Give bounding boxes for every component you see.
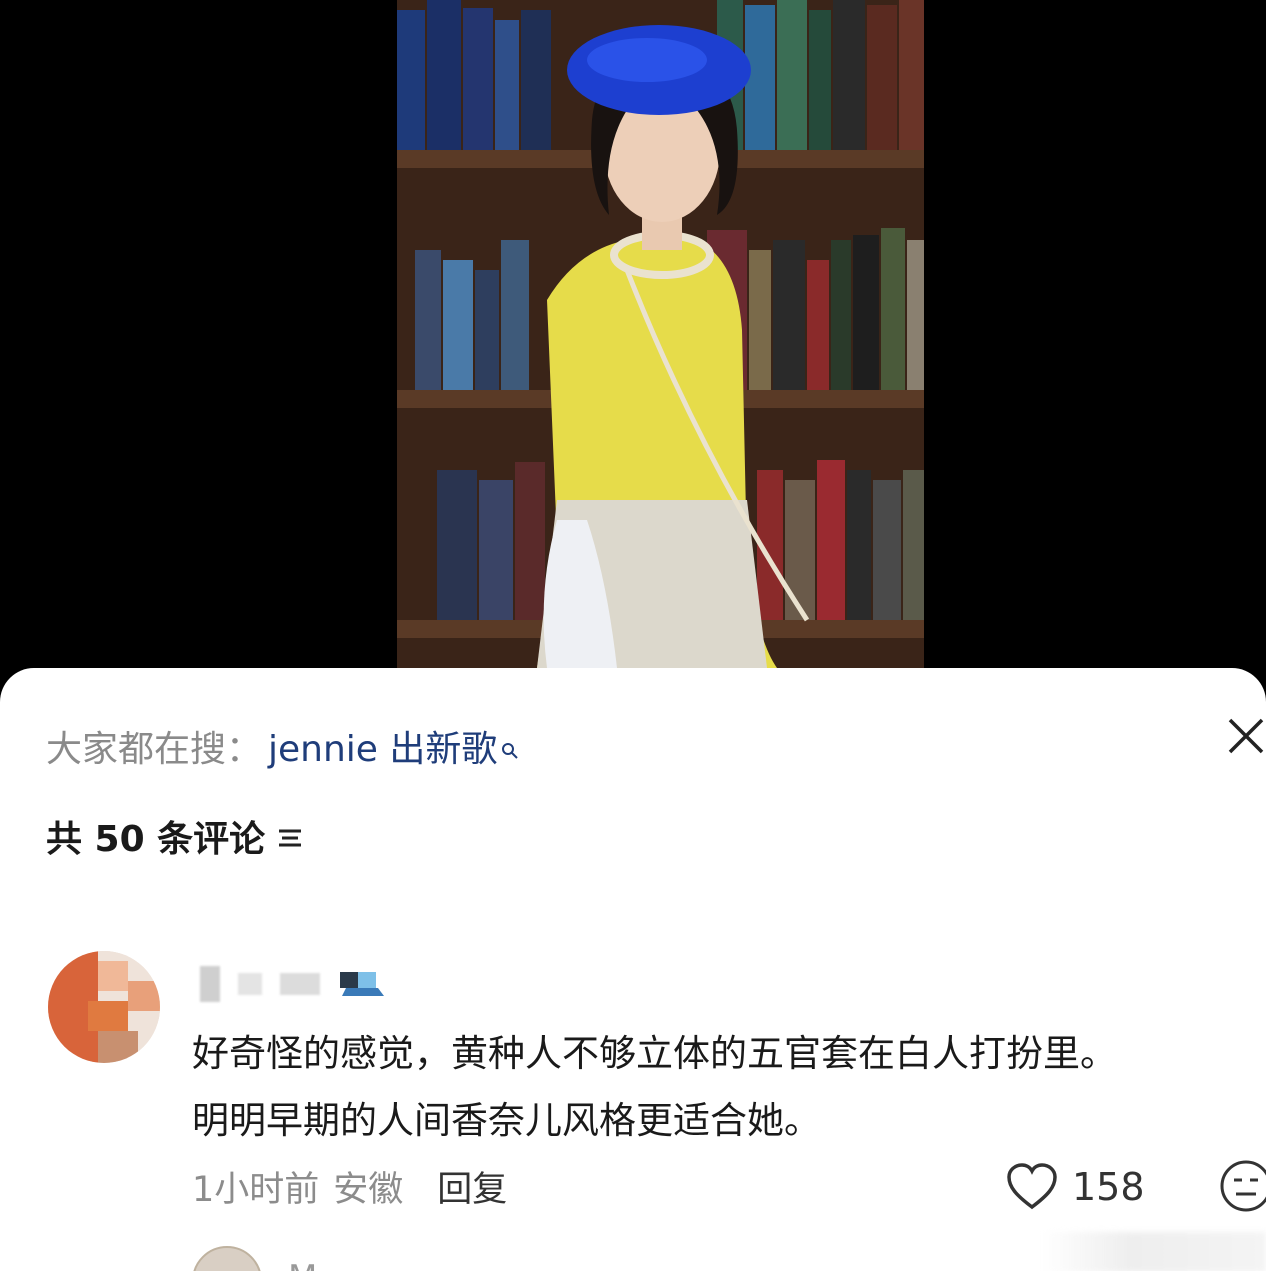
- comment-location: 安徽: [333, 1169, 404, 1210]
- comment-line: 好奇怪的感觉，黄种人不够立体的五官套在白人打扮里。: [192, 1032, 1117, 1075]
- media-viewer[interactable]: [0, 0, 1266, 690]
- comment-body: 好奇怪的感觉，黄种人不够立体的五官套在白人打扮里。 明明早期的人间香奈儿风格更适…: [192, 1020, 1232, 1154]
- reply-button[interactable]: 回复: [437, 1161, 507, 1212]
- trending-search-label: 大家都在搜：: [46, 729, 263, 770]
- close-icon[interactable]: [1224, 714, 1266, 756]
- trending-search-term[interactable]: jennie 出新歌: [268, 720, 497, 772]
- search-icon: [501, 728, 519, 759]
- comment-meta: 1小时前 安徽 回复: [192, 1162, 507, 1210]
- comment-sheet: 大家都在搜： jennie 出新歌 共 50 条评论 好奇怪的感觉，黄种人不够立…: [0, 668, 1266, 1271]
- like-count: 158: [1072, 1165, 1145, 1209]
- heart-icon: [1007, 1163, 1057, 1210]
- redacted-block: [200, 966, 220, 1002]
- comment-time: 1小时前: [192, 1169, 320, 1210]
- comment-line: 明明早期的人间香奈儿风格更适合她。: [192, 1099, 821, 1142]
- redacted-block: [238, 973, 262, 995]
- redacted-block: [280, 973, 320, 995]
- comment-count-header: 共 50 条评论: [46, 812, 305, 860]
- user-badge-icon: [338, 970, 386, 998]
- photo-illustration: [397, 0, 924, 668]
- avatar[interactable]: [48, 951, 160, 1063]
- next-comment-username[interactable]: M: [288, 1258, 317, 1271]
- like-button[interactable]: 158: [1006, 1160, 1145, 1214]
- fade-overlay: [1040, 1232, 1266, 1271]
- username-redacted[interactable]: [200, 964, 386, 1004]
- post-photo: [397, 0, 924, 668]
- avatar[interactable]: [192, 1246, 262, 1271]
- comment-count-label: 共 50 条评论: [46, 819, 266, 860]
- sort-icon[interactable]: [275, 821, 305, 851]
- trending-search-bar[interactable]: 大家都在搜： jennie 出新歌: [46, 722, 519, 770]
- emoji-face-icon[interactable]: [1218, 1158, 1266, 1214]
